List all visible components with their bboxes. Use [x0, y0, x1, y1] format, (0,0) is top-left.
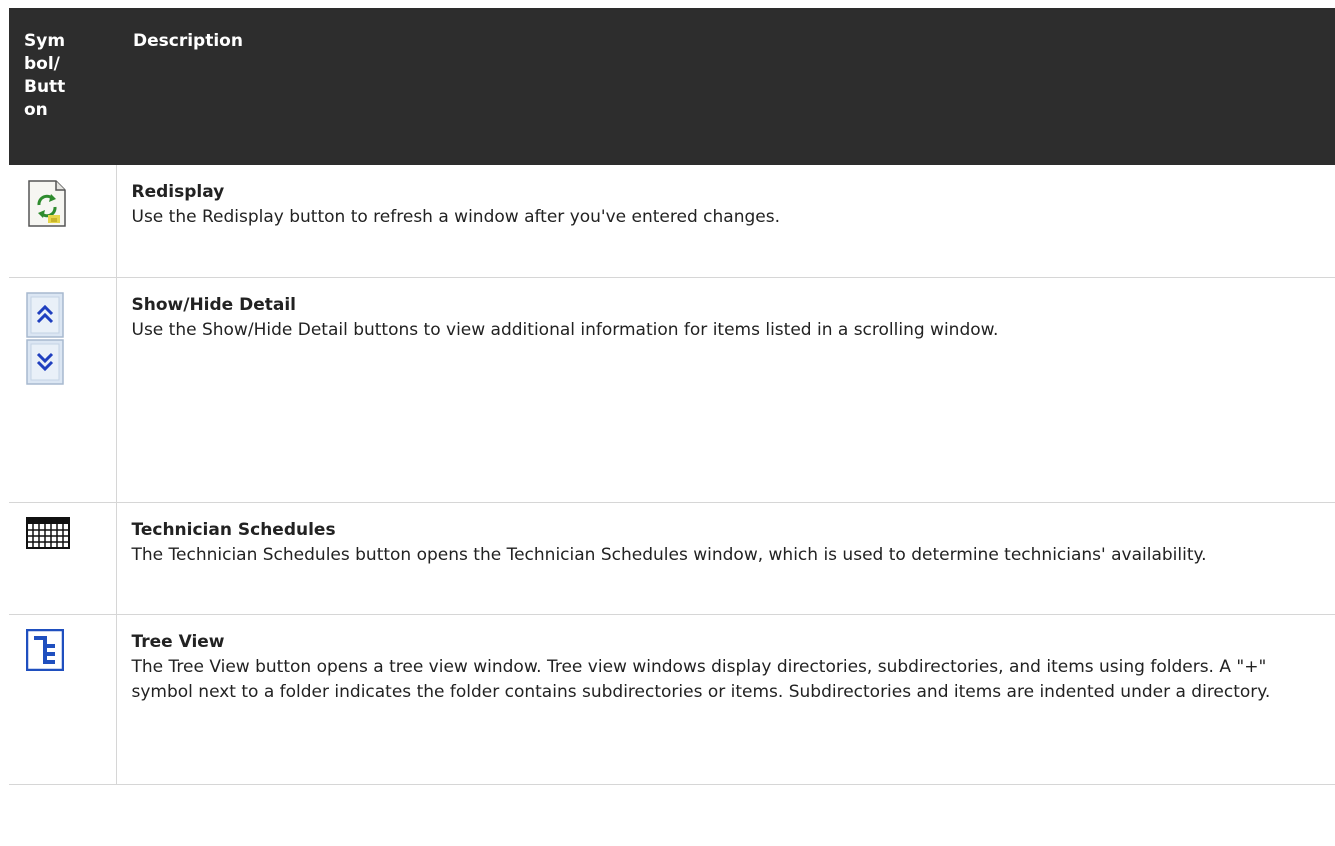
symbol-column-header: Symbol/Button: [9, 8, 116, 165]
row-title: Tree View: [131, 631, 225, 652]
description-cell: Tree View The Tree View button opens a t…: [116, 614, 1335, 785]
row-description: Use the Show/Hide Detail buttons to view…: [131, 319, 999, 340]
row-title: Redisplay: [131, 182, 225, 202]
symbol-button-table: Symbol/Button Description Redisplay Use …: [9, 8, 1335, 785]
row-title: Technician Schedules: [131, 519, 336, 540]
table-row: Redisplay Use the Redisplay button to re…: [9, 165, 1335, 278]
technician-schedules-icon: [26, 516, 70, 549]
redisplay-icon: [28, 180, 66, 227]
table-row: Technician Schedules The Technician Sche…: [9, 502, 1335, 615]
table-header-row: Symbol/Button Description: [9, 8, 1335, 165]
tree-view-icon: [26, 628, 64, 671]
row-description: The Tree View button opens a tree view w…: [131, 656, 1271, 702]
symbol-cell: [9, 502, 117, 615]
description-cell: Technician Schedules The Technician Sche…: [116, 502, 1335, 615]
show-hide-detail-icon: [26, 291, 64, 385]
symbol-cell: [9, 277, 117, 503]
row-description: The Technician Schedules button opens th…: [131, 544, 1207, 565]
symbol-cell: [9, 165, 117, 278]
table-row: Show/Hide Detail Use the Show/Hide Detai…: [9, 277, 1335, 503]
description-column-header: Description: [116, 8, 1335, 165]
row-title: Show/Hide Detail: [131, 294, 297, 315]
description-cell: Redisplay Use the Redisplay button to re…: [116, 165, 1335, 278]
description-cell: Show/Hide Detail Use the Show/Hide Detai…: [116, 277, 1335, 503]
row-description: Use the Redisplay button to refresh a wi…: [131, 207, 780, 227]
symbol-cell: [9, 614, 117, 785]
table-row: Tree View The Tree View button opens a t…: [9, 614, 1335, 785]
